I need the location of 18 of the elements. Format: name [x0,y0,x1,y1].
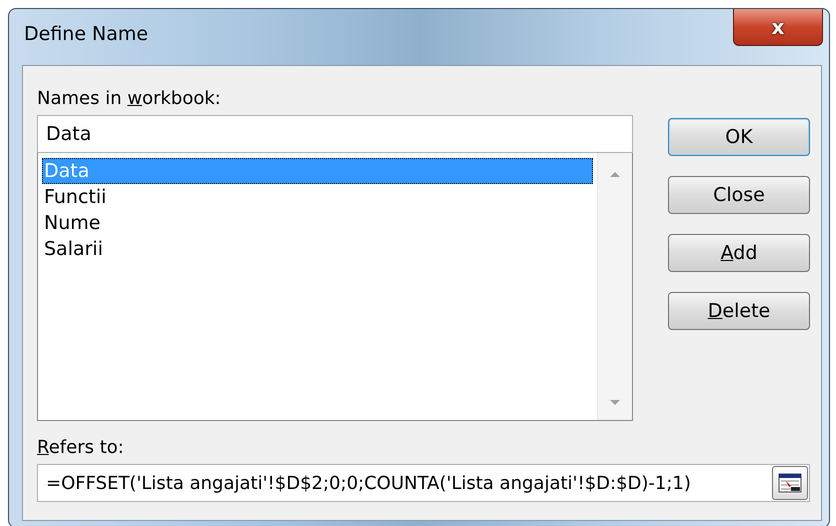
dialog-button[interactable]: Close [668,176,810,214]
range-select-button[interactable] [772,466,808,500]
name-list-item[interactable]: Nume [42,210,593,236]
name-field[interactable]: Data [37,115,633,153]
name-list-item[interactable]: Salarii [42,236,593,262]
refers-field[interactable]: =OFFSET('Lista angajati'!$D$2;0;0;COUNTA('Lista angajati'!$D:$D)-1;1) [37,464,810,502]
dialog-button[interactable]: Add [668,234,810,272]
name-list-item[interactable]: Functii [42,184,593,210]
dialog-button[interactable]: OK [668,118,810,156]
scroll-down-icon[interactable] [610,400,620,406]
range-select-icon [778,473,802,493]
window-close-button[interactable]: x [733,9,823,46]
window-title: Define Name [24,23,148,45]
scrollbar[interactable] [597,153,632,420]
names-label: Names in workbook: [37,87,222,111]
dialog-button[interactable]: Delete [668,292,810,330]
refers-label: Refers to: [37,436,125,460]
scroll-up-icon[interactable] [610,171,620,177]
